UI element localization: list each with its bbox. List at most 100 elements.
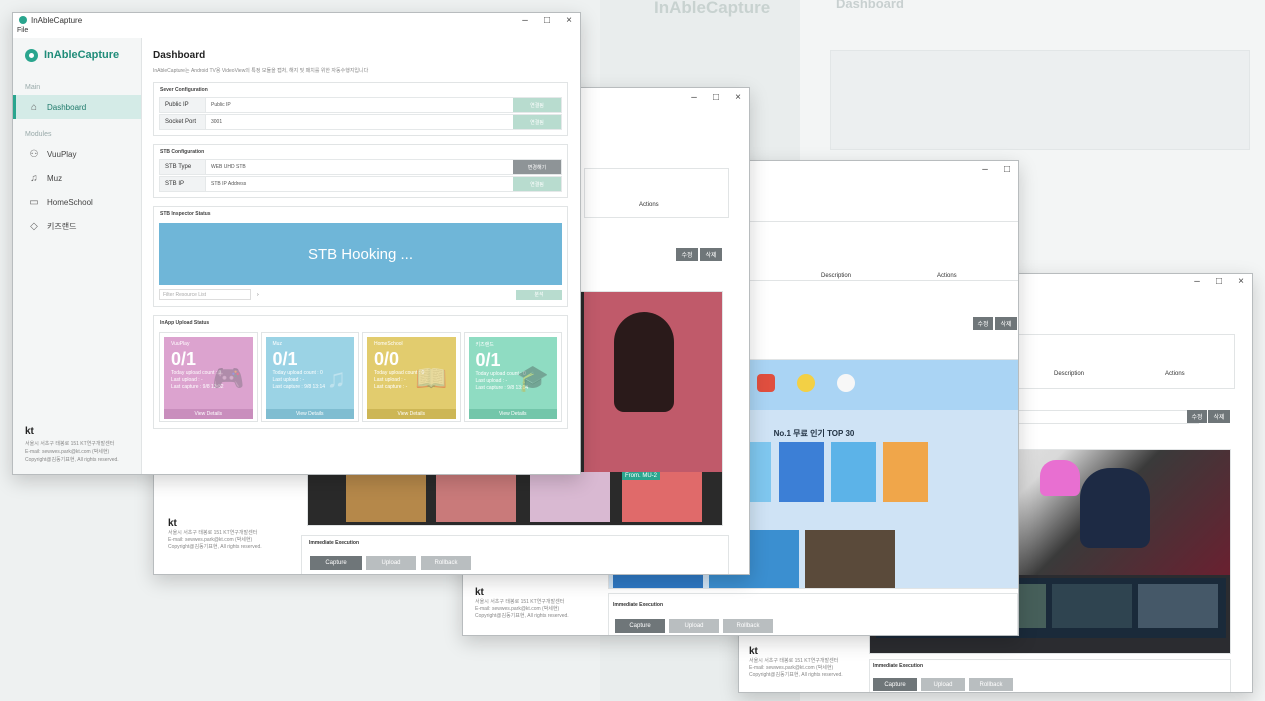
stb-type-change-button[interactable]: 변경해기 [513,160,561,174]
brand[interactable]: InAbleCapture [13,38,141,72]
graduation-cap-icon: 🎓 [516,363,549,393]
stb-type-row: STB Type WEB UHD STB 변경해기 [159,159,562,175]
stb-config-panel: STB Configuration STB Type WEB UHD STB 변… [153,144,568,198]
public-ip-label: Public IP [160,98,206,112]
pink-character [1040,460,1080,496]
stb-type-select[interactable]: WEB UHD STB [206,164,513,170]
maximize-icon[interactable]: □ [705,92,727,103]
edit-button[interactable]: 수정 [1187,410,1207,423]
window-2-footer: kt 서울시 서초구 태봉로 151 KT연구개발센터 E-mail: seww… [168,518,262,551]
hooking-overlay: STB Hooking ... [159,223,562,285]
edit-button[interactable]: 수정 [676,248,698,261]
window-title: InAbleCapture [31,15,83,25]
window-4-footer: kt 서울시 서초구 태봉로 151 KT연구개발센터 E-mail: seww… [749,646,843,679]
graduation-cap-icon: ◇ [30,220,38,232]
sidebar-item-kidsland[interactable]: ◇ 키즈랜드 [13,214,141,238]
delete-button[interactable]: 삭제 [1208,410,1230,423]
rollback-button-2[interactable]: Rollback [421,556,471,570]
dark-character [1080,468,1150,548]
capture-button-4[interactable]: Capture [873,678,917,691]
view-details-button[interactable]: View Details [265,409,354,419]
view-details-button[interactable]: View Details [164,409,253,419]
stb-config-title: STB Configuration [160,149,205,155]
minimize-icon[interactable]: – [974,164,996,175]
footer-email: E-mail: sewwes.park@kt.com (박세현) [25,449,110,455]
edit-button[interactable]: 수정 [973,317,993,330]
home-icon: ⌂ [30,101,38,113]
socket-port-input[interactable]: 3001 [206,119,513,125]
from-badge: From. MU-2 [622,472,660,480]
capture-button-2[interactable]: Capture [310,556,362,570]
app-icon [19,16,27,24]
public-ip-row: Public IP Public IP 연결됨 [159,97,562,113]
chevron-right-icon[interactable]: › [257,292,259,298]
sidebar-item-muz[interactable]: ♫ Muz [13,166,141,190]
stb-ip-connect-button[interactable]: 연결됨 [513,177,561,191]
upload-cards: VuuPlay 0/1 Today upload count : 0 Last upl… [154,330,567,428]
public-ip-connect-button[interactable]: 연결됨 [513,98,561,112]
stb-ip-row: STB IP STB IP Address 연결됨 [159,176,562,192]
sidebar-item-vuuplay[interactable]: ⚇ VuuPlay [13,142,141,166]
socket-port-row: Socket Port 3001 연결됨 [159,114,562,130]
inspector-title: STB Inspector Status [160,211,211,217]
upload-status-title: InApp Upload Status [160,320,210,326]
socket-port-label: Socket Port [160,115,206,129]
footer-address: 서울시 서초구 태봉로 151 KT연구개발센터 [25,441,115,447]
page-title: Dashboard [153,50,206,61]
close-icon[interactable]: × [558,15,580,26]
upload-card-body: Muz 0/1 Today upload count : 0 Last upload … [265,337,354,419]
filter-input[interactable]: Filter Resource List [159,289,251,300]
actions-header: Actions [1165,371,1185,377]
rollback-button-3[interactable]: Rollback [723,619,773,633]
sidebar-item-label: VuuPlay [47,149,77,159]
analyze-button[interactable]: 분석 [516,289,562,300]
upload-card-body: HomeSchool 0/0 Today upload count : 0 Last … [367,337,456,419]
sidebar-item-dashboard[interactable]: ⌂ Dashboard [13,95,141,119]
page-description: InAbleCapture는 Android TV용 VideoView의 특정… [153,68,369,74]
maximize-icon[interactable]: □ [1208,276,1230,287]
sidebar-item-homeschool[interactable]: ▭ HomeSchool [13,190,141,214]
view-details-button[interactable]: View Details [367,409,456,419]
inspector-panel: STB Inspector Status STB Hooking ... Fil… [153,206,568,307]
main-titlebar: InAbleCapture – □ × [13,13,580,27]
modules-section-label: Modules [25,131,52,138]
music-icon: ♫ [326,363,347,393]
maximize-icon[interactable]: □ [536,15,558,26]
rollback-button-4[interactable]: Rollback [969,678,1013,691]
delete-button[interactable]: 삭제 [700,248,722,261]
background-card [830,50,1250,150]
sidebar: InAbleCapture Main ⌂ Dashboard Modules ⚇… [13,38,142,474]
main-section-label: Main [25,84,41,91]
upload-card: 키즈랜드 0/1 Today upload count : 0 Last upload… [463,332,562,422]
upload-button-3[interactable]: Upload [669,619,719,633]
sidebar-item-label: Muz [47,173,63,183]
upload-card: Muz 0/1 Today upload count : 0 Last upload … [260,332,359,422]
maximize-icon[interactable]: □ [996,164,1018,175]
minimize-icon[interactable]: – [1186,276,1208,287]
public-ip-input[interactable]: Public IP [206,102,513,108]
main-window: InAbleCapture – □ × File InAbleCapture M… [12,12,581,475]
upload-button-2[interactable]: Upload [366,556,416,570]
stb-ip-input[interactable]: STB IP Address [206,181,513,187]
sidebar-item-label: HomeSchool [47,197,93,207]
background-brand: InAbleCapture [654,0,771,17]
view-details-button[interactable]: View Details [468,409,557,419]
delete-button[interactable]: 삭제 [995,317,1017,330]
capture-button-3[interactable]: Capture [615,619,665,633]
window-3-footer: kt 서울시 서초구 태봉로 151 KT연구개발센터 E-mail: seww… [475,587,569,620]
description-header: Description [1054,371,1085,377]
minimize-icon[interactable]: – [514,15,536,26]
close-icon[interactable]: × [727,92,749,103]
socket-port-connect-button[interactable]: 연결됨 [513,115,561,129]
card-module-name: Muz [272,341,282,347]
card-module-name: VuuPlay [171,341,190,347]
logo-icon [25,48,38,62]
close-icon[interactable]: × [1230,276,1252,287]
menu-file[interactable]: File [13,27,580,37]
background-page-title: Dashboard [836,0,904,11]
minimize-icon[interactable]: – [683,92,705,103]
brand-name: InAbleCapture [44,49,120,61]
main-content: Dashboard InAbleCapture는 Android TV용 Vid… [153,40,568,474]
book-icon: ▭ [29,196,39,208]
upload-button-4[interactable]: Upload [921,678,965,691]
